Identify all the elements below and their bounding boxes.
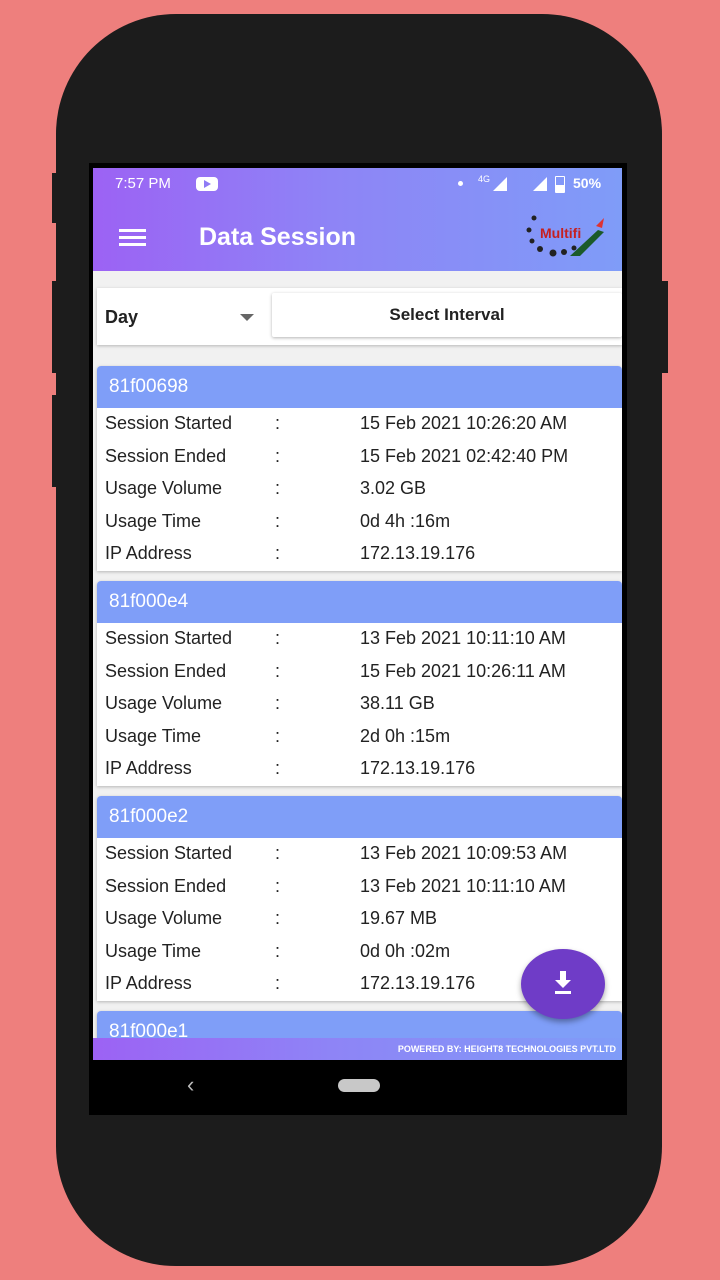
- ip-address-value: 172.13.19.176: [360, 758, 476, 779]
- field-label: Usage Volume: [105, 908, 223, 929]
- field-label: Session Ended: [105, 875, 227, 896]
- ip-address-value: 172.13.19.176: [360, 543, 476, 564]
- usage-volume-row: Usage Volume : 38.11 GB: [97, 688, 622, 721]
- field-label: IP Address: [105, 543, 192, 564]
- field-label: Usage Volume: [105, 478, 223, 499]
- field-separator: :: [275, 725, 281, 746]
- filter-bar: Day Select Interval: [97, 288, 622, 345]
- field-separator: :: [275, 543, 281, 564]
- session-ended-value: 15 Feb 2021 02:42:40 PM: [360, 445, 569, 466]
- app-screen: 7:57 PM 4G 50% Data Session Multifi Day …: [93, 168, 622, 1060]
- usage-time-value: 2d 0h :15m: [360, 725, 451, 746]
- field-label: Usage Volume: [105, 693, 223, 714]
- ip-address-value: 172.13.19.176: [360, 973, 476, 994]
- field-label: Session Started: [105, 628, 233, 648]
- session-started-value: 13 Feb 2021 10:11:10 AM: [360, 628, 566, 648]
- field-separator: :: [275, 843, 281, 863]
- caret-down-icon: [240, 314, 254, 321]
- field-label: Usage Time: [105, 510, 202, 531]
- usage-time-value: 0d 4h :16m: [360, 510, 451, 531]
- hamburger-menu-icon[interactable]: [119, 229, 146, 247]
- field-label: Usage Time: [105, 725, 202, 746]
- usage-time-row: Usage Time : 0d 4h :16m: [97, 506, 622, 539]
- session-ended-value: 15 Feb 2021 10:26:11 AM: [360, 660, 566, 681]
- field-separator: :: [275, 693, 281, 714]
- download-button[interactable]: [521, 949, 605, 1019]
- usage-time-row: Usage Time : 2d 0h :15m: [97, 721, 622, 754]
- field-separator: :: [275, 510, 281, 531]
- session-id: 81f00698: [97, 366, 622, 408]
- status-bar: 7:57 PM 4G 50%: [93, 168, 622, 198]
- session-card[interactable]: 81f000e4 Session Started : 13 Feb 2021 1…: [97, 581, 622, 786]
- logo-text: Multifi: [540, 225, 581, 241]
- phone-volume-up-button: [52, 281, 58, 373]
- usage-time-value: 0d 0h :02m: [360, 940, 451, 961]
- youtube-icon: [196, 177, 218, 191]
- session-started-value: 15 Feb 2021 10:26:20 AM: [360, 413, 568, 433]
- session-ended-value: 13 Feb 2021 10:11:10 AM: [360, 875, 566, 896]
- phone-side-button: [52, 173, 58, 223]
- session-id: 81f000e2: [97, 796, 622, 838]
- period-dropdown[interactable]: Day: [97, 288, 269, 345]
- session-started-row: Session Started : 13 Feb 2021 10:09:53 A…: [97, 838, 622, 871]
- field-separator: :: [275, 445, 281, 466]
- session-started-value: 13 Feb 2021 10:09:53 AM: [360, 843, 568, 863]
- field-label: Session Started: [105, 843, 233, 863]
- battery-icon: [555, 176, 565, 193]
- field-separator: :: [275, 478, 281, 499]
- ip-address-row: IP Address : 172.13.19.176: [97, 753, 622, 786]
- battery-level: 50%: [573, 175, 602, 191]
- network-type: 4G: [478, 174, 491, 184]
- phone-power-button: [662, 281, 668, 373]
- field-separator: :: [275, 413, 281, 433]
- session-started-row: Session Started : 13 Feb 2021 10:11:10 A…: [97, 623, 622, 656]
- field-separator: :: [275, 940, 281, 961]
- field-separator: :: [275, 973, 281, 994]
- footer-credit: POWERED BY: HEIGHT8 TECHNOLOGIES PVT.LTD: [93, 1038, 622, 1060]
- page-title: Data Session: [199, 223, 357, 251]
- system-navigation-bar: ‹: [89, 1060, 627, 1115]
- notification-dot-icon: [458, 181, 463, 186]
- multifi-logo: Multifi: [526, 215, 604, 257]
- field-label: Session Started: [105, 413, 233, 433]
- usage-volume-value: 3.02 GB: [360, 478, 427, 499]
- field-separator: :: [275, 660, 281, 681]
- field-separator: :: [275, 908, 281, 929]
- field-separator: :: [275, 758, 281, 779]
- select-interval-button[interactable]: Select Interval: [272, 293, 622, 337]
- home-pill-button[interactable]: [338, 1079, 380, 1092]
- usage-volume-row: Usage Volume : 19.67 MB: [97, 903, 622, 936]
- session-ended-row: Session Ended : 15 Feb 2021 02:42:40 PM: [97, 441, 622, 474]
- app-bar: 7:57 PM 4G 50% Data Session Multifi: [93, 168, 622, 271]
- download-icon: [555, 971, 571, 994]
- back-icon[interactable]: ‹: [187, 1072, 194, 1098]
- field-label: Session Ended: [105, 660, 227, 681]
- session-ended-row: Session Ended : 15 Feb 2021 10:26:11 AM: [97, 656, 622, 689]
- field-label: IP Address: [105, 973, 192, 994]
- field-label: IP Address: [105, 758, 192, 779]
- phone-screen: 7:57 PM 4G 50% Data Session Multifi Day …: [89, 163, 627, 1115]
- usage-volume-row: Usage Volume : 3.02 GB: [97, 473, 622, 506]
- field-separator: :: [275, 875, 281, 896]
- session-id: 81f000e4: [97, 581, 622, 623]
- field-separator: :: [275, 628, 281, 648]
- usage-volume-value: 19.67 MB: [360, 908, 438, 929]
- field-label: Usage Time: [105, 940, 202, 961]
- session-ended-row: Session Ended : 13 Feb 2021 10:11:10 AM: [97, 871, 622, 904]
- signal-icon-secondary: [533, 177, 547, 191]
- usage-volume-value: 38.11 GB: [360, 693, 435, 714]
- status-time: 7:57 PM: [115, 175, 171, 192]
- field-label: Session Ended: [105, 445, 227, 466]
- ip-address-row: IP Address : 172.13.19.176: [97, 538, 622, 571]
- session-card[interactable]: 81f00698 Session Started : 15 Feb 2021 1…: [97, 366, 622, 571]
- signal-icon: [493, 177, 507, 191]
- phone-volume-down-button: [52, 395, 58, 487]
- session-started-row: Session Started : 15 Feb 2021 10:26:20 A…: [97, 408, 622, 441]
- period-dropdown-value: Day: [105, 307, 139, 327]
